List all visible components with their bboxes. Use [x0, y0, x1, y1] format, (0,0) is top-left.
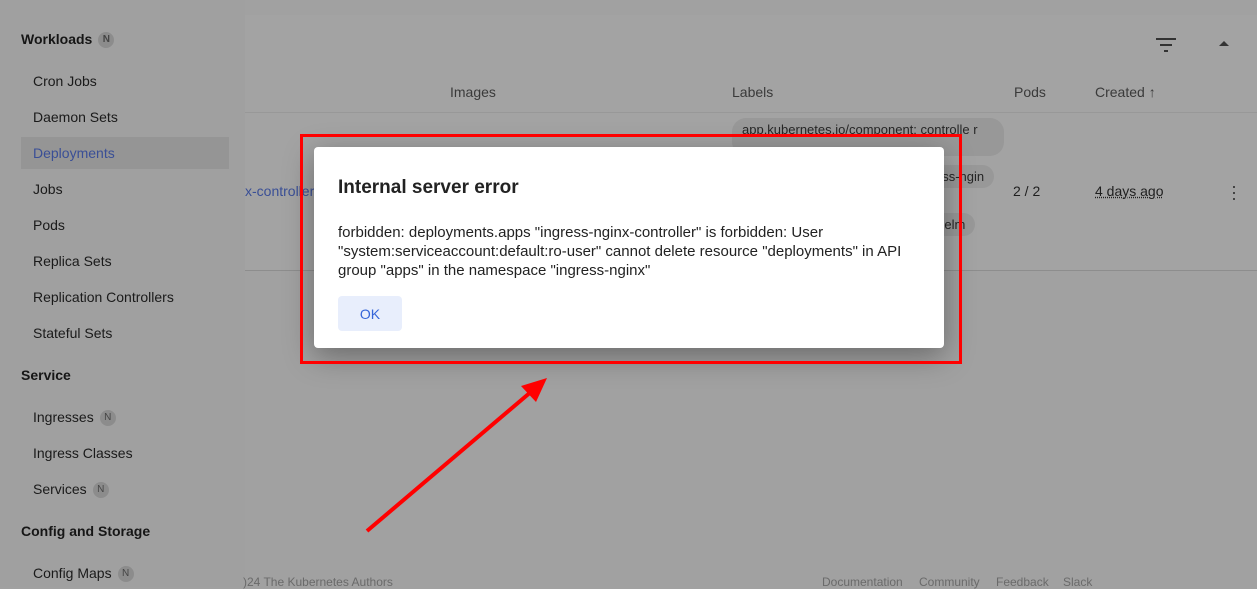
annotation-arrow-icon [365, 378, 547, 533]
